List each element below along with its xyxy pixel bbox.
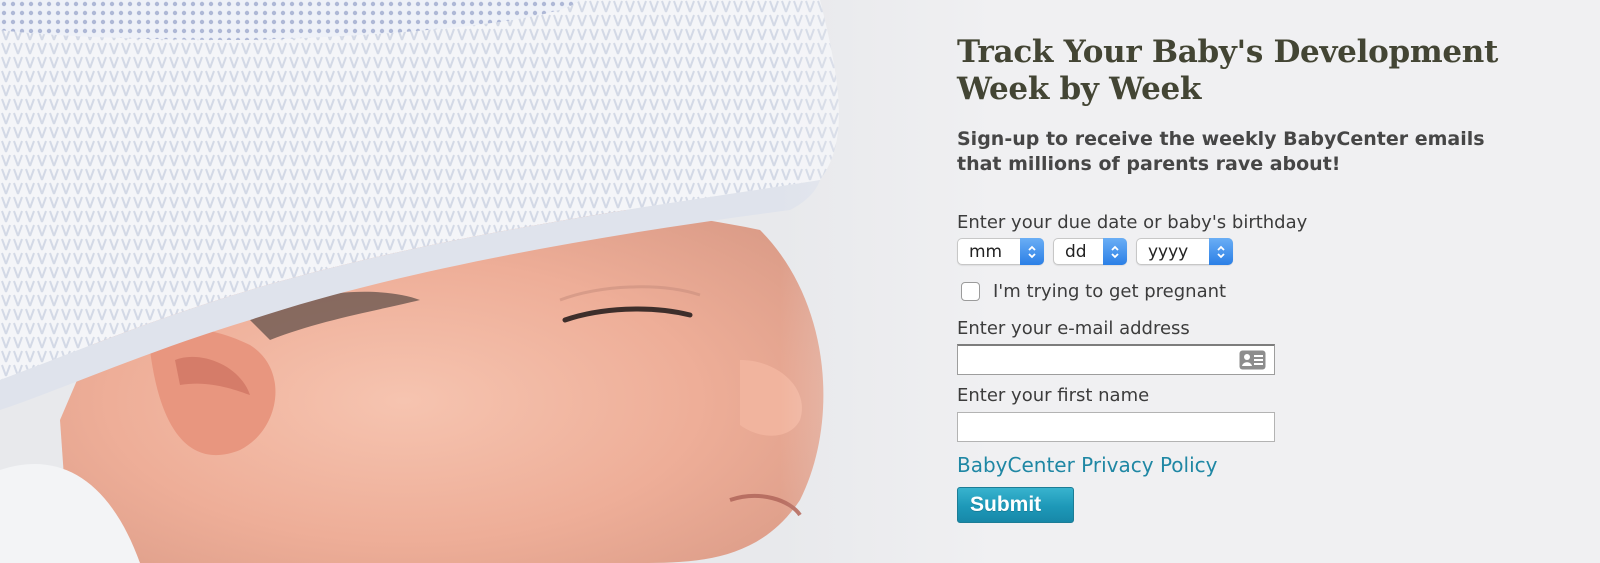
month-select[interactable]: mm (957, 238, 1044, 265)
headline-line-2: Week by Week (957, 71, 1202, 107)
signup-page: Track Your Baby's Development Week by We… (0, 0, 1600, 563)
signup-panel: Track Your Baby's Development Week by We… (957, 34, 1577, 523)
chevron-updown-icon (1103, 238, 1127, 265)
due-date-label: Enter your due date or baby's birthday (957, 212, 1308, 233)
privacy-policy-link[interactable]: BabyCenter Privacy Policy (957, 453, 1217, 477)
page-headline: Track Your Baby's Development Week by We… (957, 34, 1577, 108)
page-subhead: Sign-up to receive the weekly BabyCenter… (957, 127, 1577, 177)
chevron-updown-icon (1209, 238, 1233, 265)
year-select[interactable]: yyyy (1136, 238, 1233, 265)
day-select[interactable]: dd (1053, 238, 1127, 265)
first-name-field[interactable] (957, 412, 1275, 442)
subhead-line-2: that millions of parents rave about! (957, 153, 1341, 175)
baby-hero-image (0, 0, 1000, 563)
month-select-value: mm (969, 242, 1003, 262)
due-date-selects: mm dd yyyy (957, 238, 1577, 267)
email-field[interactable] (957, 344, 1275, 375)
trying-row: I'm trying to get pregnant (957, 279, 1577, 303)
subhead-line-1: Sign-up to receive the weekly BabyCenter… (957, 128, 1485, 150)
email-label: Enter your e-mail address (957, 318, 1190, 339)
contact-card-icon[interactable] (1239, 350, 1266, 374)
submit-button[interactable]: Submit (957, 487, 1074, 523)
trying-checkbox[interactable] (961, 281, 980, 301)
chevron-updown-icon (1020, 238, 1044, 265)
headline-line-1: Track Your Baby's Development (957, 34, 1499, 70)
year-select-value: yyyy (1148, 242, 1189, 262)
trying-label: I'm trying to get pregnant (993, 280, 1227, 302)
day-select-value: dd (1065, 242, 1087, 262)
first-name-label: Enter your first name (957, 385, 1150, 406)
